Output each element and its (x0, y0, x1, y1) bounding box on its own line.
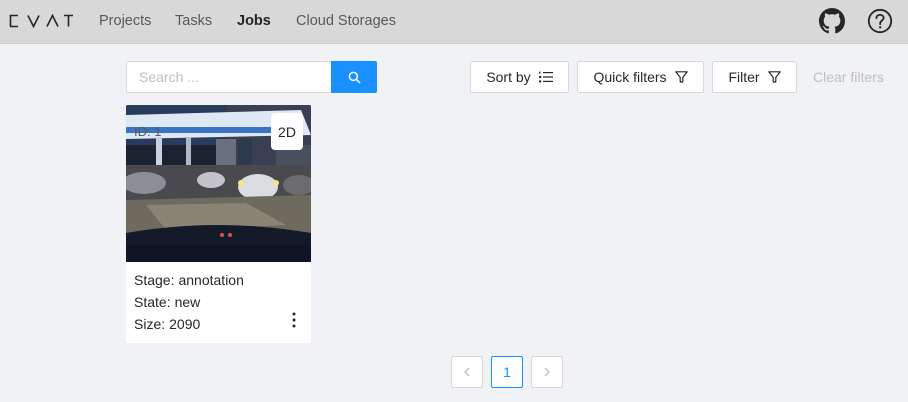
filter-button[interactable]: Filter (712, 61, 797, 93)
search-icon (348, 71, 360, 83)
nav-jobs[interactable]: Jobs (237, 13, 271, 30)
job-id-tag: ID: 1 (134, 124, 162, 139)
help-icon[interactable] (867, 8, 893, 34)
job-card[interactable]: ID: 1 2D Stage: annotation State: new Size… (126, 105, 311, 343)
search-input[interactable] (126, 61, 332, 93)
state-value: new (174, 294, 201, 310)
ordered-list-icon (538, 71, 553, 83)
state-label: State: (134, 294, 171, 310)
nav-cloud-storages[interactable]: Cloud Storages (296, 13, 396, 30)
job-size-row: Size: 2090 (134, 316, 200, 333)
stage-label: Stage: (134, 272, 175, 288)
pagination-prev-button[interactable] (451, 356, 483, 388)
top-header: Projects Tasks Jobs Cloud Storages (0, 0, 908, 44)
chevron-right-icon (544, 367, 550, 377)
search-button[interactable] (331, 61, 377, 93)
chevron-left-icon (464, 367, 470, 377)
github-icon[interactable] (819, 8, 845, 34)
filter-label: Filter (728, 69, 760, 85)
job-stage-row: Stage: annotation (134, 272, 244, 289)
nav-tasks[interactable]: Tasks (175, 13, 212, 30)
job-preview-image[interactable]: ID: 1 2D (126, 105, 311, 262)
clear-filters-button[interactable]: Clear filters (813, 69, 884, 85)
pagination-next-button[interactable] (531, 356, 563, 388)
sort-by-button[interactable]: Sort by (470, 61, 569, 93)
quick-filters-label: Quick filters (593, 69, 667, 85)
pagination-page-1[interactable]: 1 (491, 356, 523, 388)
quick-filters-button[interactable]: Quick filters (577, 61, 704, 93)
more-options-icon[interactable] (288, 311, 300, 329)
sort-by-label: Sort by (486, 69, 531, 85)
size-label: Size: (134, 316, 166, 332)
filter-icon (767, 71, 781, 83)
dimension-tag: 2D (271, 113, 303, 150)
size-value: 2090 (169, 316, 201, 332)
filter-icon (674, 71, 688, 83)
job-state-row: State: new (134, 294, 200, 311)
nav-projects[interactable]: Projects (99, 13, 151, 30)
cvat-logo[interactable] (9, 14, 73, 28)
stage-value: annotation (178, 272, 244, 288)
